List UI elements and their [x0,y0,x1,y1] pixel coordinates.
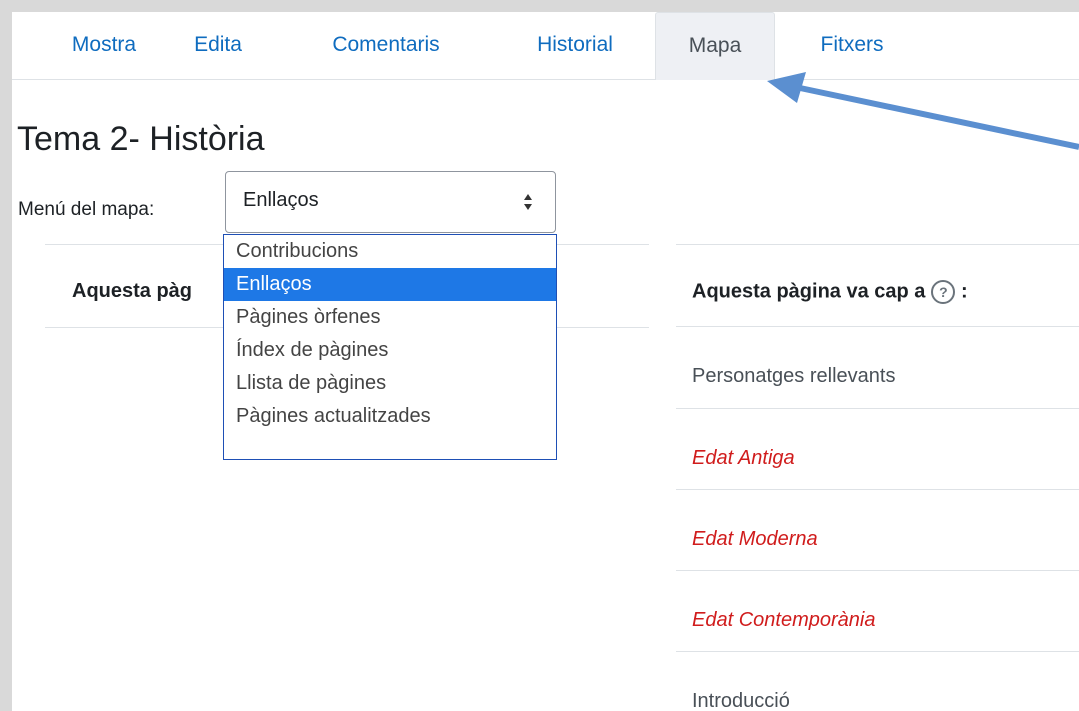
option-contribucions[interactable]: Contribucions [224,235,556,268]
option-pagines-actualitzades[interactable]: Pàgines actualitzades [224,400,556,433]
option-pagines-orfenes[interactable]: Pàgines òrfenes [224,301,556,334]
tab-mostra[interactable]: Mostra [48,12,160,79]
map-menu-selected-value: Enllaços [243,189,319,211]
links-to-header-colon: : [960,280,968,303]
map-menu-label: Menú del mapa: [18,199,155,220]
row-divider [676,570,1079,571]
tab-edita[interactable]: Edita [178,12,258,79]
option-enllacos[interactable]: Enllaços [224,268,556,301]
row-divider [676,408,1079,409]
row-divider [676,326,1079,327]
tab-fitxers[interactable]: Fitxers [802,12,902,79]
question-circle-icon[interactable]: ? [931,280,956,304]
links-to-header: Aquesta pàgina va cap a? : [692,280,968,304]
map-menu-select[interactable]: Enllaços [225,171,556,233]
map-menu-options: Contribucions Enllaços Pàgines òrfenes Í… [223,234,557,460]
select-arrows-icon [524,194,532,210]
option-index-pagines[interactable]: Índex de pàgines [224,334,556,367]
tab-historial[interactable]: Historial [510,12,640,79]
tab-mapa[interactable]: Mapa [655,12,775,80]
link-introduccio[interactable]: Introducció [692,690,790,711]
option-llista-pagines[interactable]: Llista de pàgines [224,367,556,400]
wiki-frame: Mostra Edita Comentaris Historial Mapa F… [12,12,1079,711]
tab-bar: Mostra Edita Comentaris Historial Mapa F… [12,12,1079,80]
tab-comentaris[interactable]: Comentaris [306,12,466,79]
row-divider [676,244,1079,245]
links-to-header-text: Aquesta pàgina va cap a [692,280,926,303]
link-edat-moderna[interactable]: Edat Moderna [692,528,818,551]
row-divider [676,489,1079,490]
page-title: Tema 2- Història [17,120,265,158]
link-edat-antiga[interactable]: Edat Antiga [692,447,795,470]
link-personatges-rellevants[interactable]: Personatges rellevants [692,365,895,388]
row-divider [676,651,1079,652]
link-edat-contemporania[interactable]: Edat Contemporània [692,609,875,632]
left-column-header: Aquesta pàg [72,280,193,302]
